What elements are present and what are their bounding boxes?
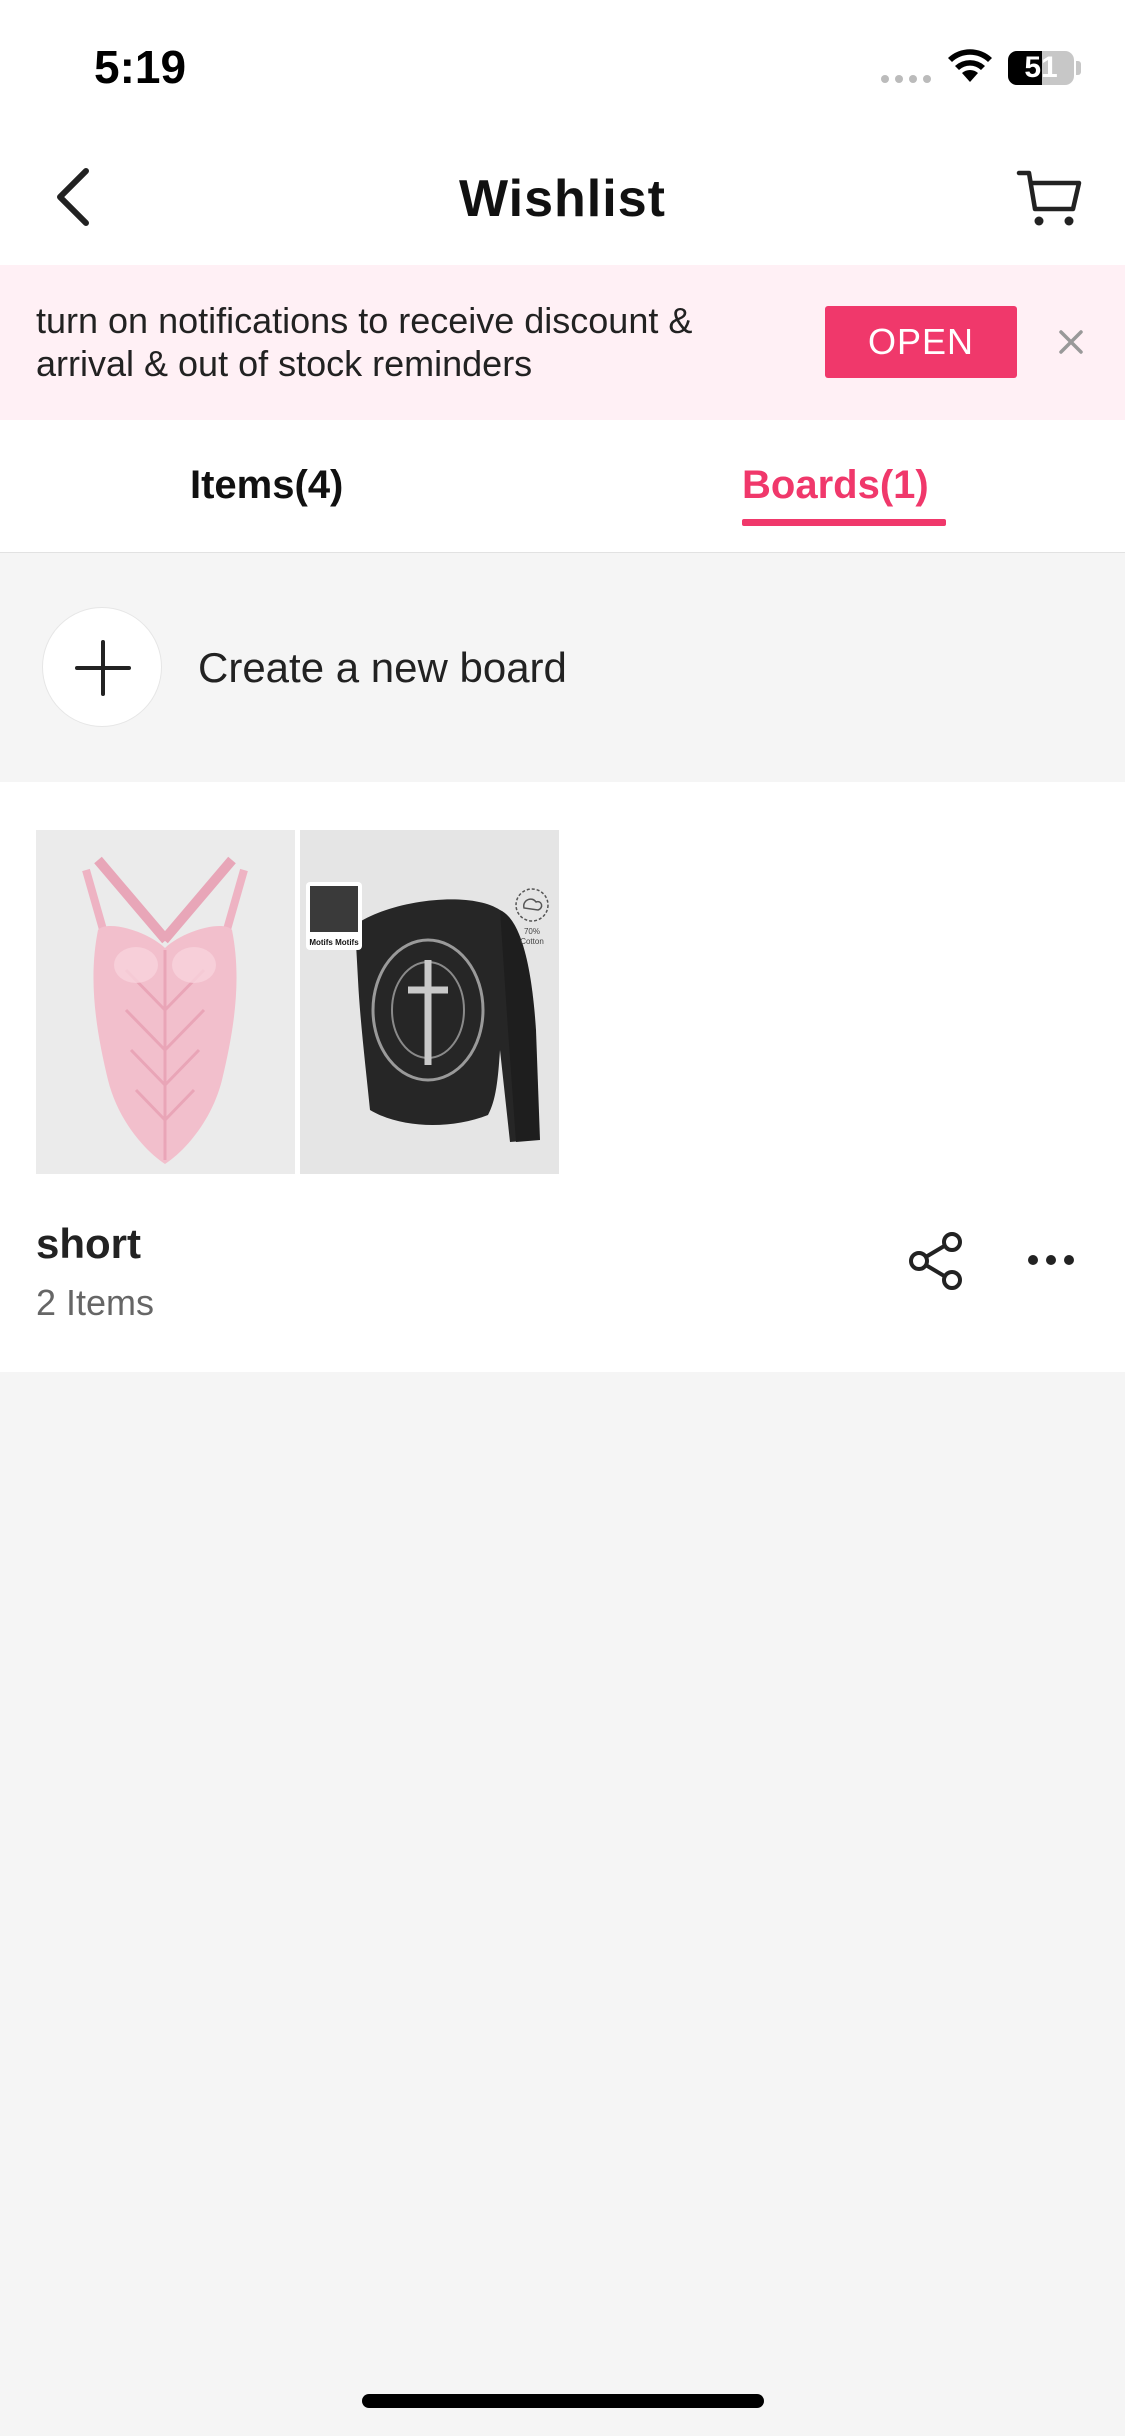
create-board-button[interactable] xyxy=(42,607,162,727)
board-name[interactable]: short xyxy=(36,1220,141,1268)
battery-level: 51 xyxy=(1024,51,1058,84)
status-bar: 5:19 51 xyxy=(0,0,1125,135)
board-card[interactable]: Motifs Motifs 70% Cotton short 2 Items xyxy=(0,782,1125,1372)
board-thumbnail-bodysuit[interactable] xyxy=(36,830,295,1174)
tab-items[interactable]: Items(4) xyxy=(190,463,343,508)
board-item-count: 2 Items xyxy=(36,1282,155,1323)
tab-bar: Items(4) Boards(1) xyxy=(0,420,1125,553)
active-tab-indicator xyxy=(742,519,946,526)
battery-icon: 51 xyxy=(1008,51,1074,85)
board-thumbnail-black-top[interactable]: Motifs Motifs 70% Cotton xyxy=(300,830,559,1174)
close-icon[interactable] xyxy=(1054,325,1088,359)
black-top-image: Motifs Motifs 70% Cotton xyxy=(300,830,559,1174)
create-board-row[interactable]: Create a new board xyxy=(0,554,1125,782)
page-title: Wishlist xyxy=(459,170,666,228)
motif-badge-text: Motifs Motifs xyxy=(309,938,359,947)
signal-icon xyxy=(881,75,931,83)
share-icon[interactable] xyxy=(905,1230,967,1292)
tab-boards[interactable]: Boards(1) xyxy=(742,463,929,508)
status-time: 5:19 xyxy=(94,41,187,93)
more-icon[interactable] xyxy=(1026,1248,1076,1272)
bodysuit-image xyxy=(36,830,295,1174)
svg-text:Cotton: Cotton xyxy=(520,937,544,946)
open-notifications-button[interactable]: OPEN xyxy=(825,306,1017,378)
cart-icon[interactable] xyxy=(1015,163,1085,233)
notification-message: turn on notifications to receive discoun… xyxy=(36,300,693,384)
home-indicator xyxy=(362,2394,764,2408)
notification-banner: turn on notifications to receive discoun… xyxy=(0,265,1125,420)
svg-text:70%: 70% xyxy=(524,927,540,936)
create-board-label: Create a new board xyxy=(198,644,567,691)
wifi-icon xyxy=(948,49,992,82)
plus-icon xyxy=(75,640,131,696)
battery-cap xyxy=(1076,61,1081,75)
header: Wishlist xyxy=(0,135,1125,265)
